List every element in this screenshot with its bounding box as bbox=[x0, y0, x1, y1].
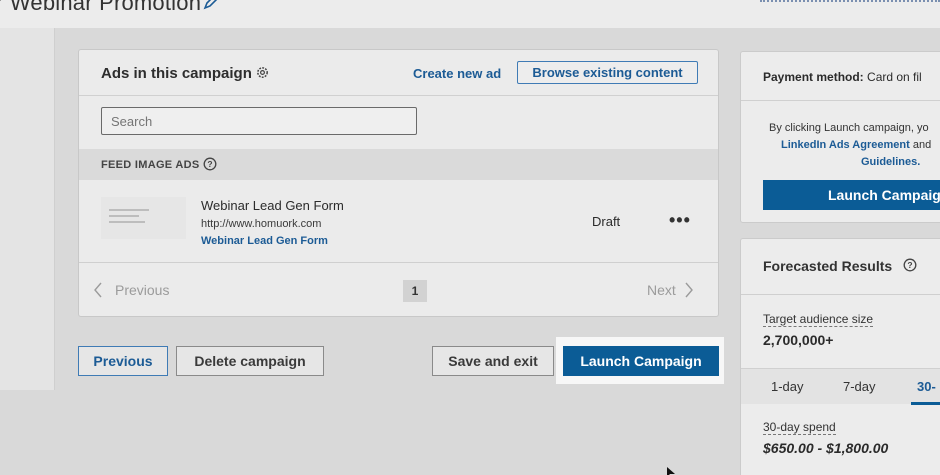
ad-form-link[interactable]: Webinar Lead Gen Form bbox=[201, 235, 328, 247]
left-sidebar bbox=[0, 28, 55, 390]
feed-image-ads-header: FEED IMAGE ADS ? bbox=[79, 149, 718, 180]
divider bbox=[79, 262, 718, 263]
more-options-button[interactable]: ••• bbox=[669, 210, 691, 231]
payment-method-label: Payment method: bbox=[763, 70, 864, 84]
forecast-card: Forecasted Results ? Target audience siz… bbox=[740, 238, 940, 475]
audience-size-label[interactable]: Target audience size bbox=[763, 312, 874, 327]
chevron-right-icon bbox=[685, 282, 693, 298]
search-input[interactable] bbox=[101, 107, 417, 135]
payment-method: Payment method: Card on fil bbox=[763, 70, 922, 84]
pencil-icon[interactable] bbox=[203, 0, 219, 10]
svg-text:?: ? bbox=[207, 159, 212, 169]
ad-thumbnail[interactable] bbox=[101, 197, 186, 239]
page-title: r Webinar Promotion bbox=[0, 0, 202, 15]
chevron-left-icon bbox=[94, 282, 102, 298]
top-right-link[interactable] bbox=[760, 0, 940, 2]
launch-campaign-button[interactable]: Launch Campaign bbox=[563, 346, 719, 376]
divider bbox=[741, 294, 940, 295]
top-header: r Webinar Promotion bbox=[0, 0, 940, 28]
audience-size-value: 2,700,000+ bbox=[763, 332, 834, 348]
spend-label[interactable]: 30-day spend bbox=[763, 420, 836, 435]
tab-1-day[interactable]: 1-day bbox=[771, 379, 804, 394]
forecast-title: Forecasted Results bbox=[763, 258, 893, 274]
guidelines-link[interactable]: Guidelines. bbox=[861, 154, 920, 171]
launch-campaign-side-button[interactable]: Launch Campaig bbox=[763, 180, 940, 210]
help-icon[interactable]: ? bbox=[903, 258, 917, 272]
payment-card: Payment method: Card on fil By clicking … bbox=[740, 51, 940, 223]
save-and-exit-button[interactable]: Save and exit bbox=[432, 346, 554, 376]
mouse-cursor-icon bbox=[667, 467, 675, 475]
create-new-ad-link[interactable]: Create new ad bbox=[413, 66, 501, 81]
terms-line: By clicking Launch campaign, yo bbox=[769, 122, 929, 134]
pagination-previous-label: Previous bbox=[115, 282, 170, 298]
divider bbox=[79, 95, 718, 96]
ads-card-title: Ads in this campaign bbox=[101, 65, 252, 82]
spend-value: $650.00 - $1,800.00 bbox=[763, 440, 889, 456]
ad-name: Webinar Lead Gen Form bbox=[201, 198, 344, 213]
pagination-next[interactable]: Next bbox=[647, 282, 694, 298]
active-tab-indicator bbox=[911, 402, 940, 405]
tab-30-day[interactable]: 30- bbox=[917, 379, 936, 394]
payment-method-value: Card on fil bbox=[867, 70, 922, 84]
ad-status: Draft bbox=[592, 214, 621, 229]
forecast-tabs: 1-day 7-day 30- bbox=[741, 368, 940, 405]
tab-7-day[interactable]: 7-day bbox=[843, 379, 876, 394]
section-label: FEED IMAGE ADS bbox=[101, 159, 200, 171]
pagination-page[interactable]: 1 bbox=[403, 280, 427, 302]
ads-card: Ads in this campaign Create new ad Brows… bbox=[78, 49, 719, 317]
terms-and: and bbox=[912, 139, 932, 151]
divider bbox=[741, 100, 940, 101]
delete-campaign-button[interactable]: Delete campaign bbox=[176, 346, 324, 376]
ad-url: http://www.homuork.com bbox=[201, 218, 322, 230]
help-icon[interactable]: ? bbox=[203, 157, 217, 171]
browse-existing-content-button[interactable]: Browse existing content bbox=[517, 61, 698, 84]
pagination-previous[interactable]: Previous bbox=[93, 282, 169, 298]
ads-agreement-link[interactable]: LinkedIn Ads Agreement bbox=[781, 139, 910, 151]
pagination-next-label: Next bbox=[647, 282, 676, 298]
previous-button[interactable]: Previous bbox=[78, 346, 168, 376]
svg-text:?: ? bbox=[907, 260, 912, 270]
gear-icon[interactable] bbox=[255, 65, 270, 80]
terms-line: LinkedIn Ads Agreement and bbox=[781, 137, 931, 154]
